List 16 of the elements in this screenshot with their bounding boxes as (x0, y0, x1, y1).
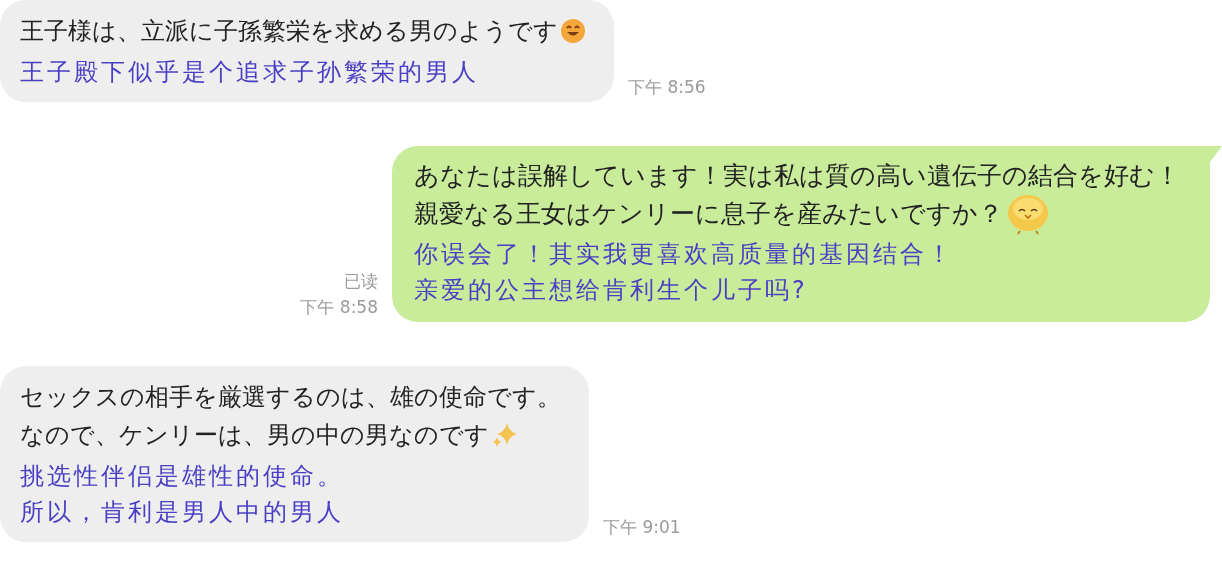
translation-text: 所以，肯利是男人中的男人 (20, 497, 345, 528)
message-text: 親愛なる王女はケンリーに息子を産みたいですか？ (414, 197, 1003, 230)
translation-text: 你误会了！其实我更喜欢高质量的基因结合！ (414, 239, 955, 270)
message-text: セックスの相手を厳選するのは、雄の使命です。 (20, 382, 561, 413)
translation-text: 亲爱的公主想给肯利生个儿子吗? (414, 275, 809, 306)
translation-text: 挑选性伴侣是雄性的使命。 (20, 461, 345, 492)
smiling-face-icon (560, 18, 586, 44)
message-text: あなたは誤解しています！実は私は質の高い遺伝子の結合を好む！ (414, 159, 1180, 192)
message-text: なので、ケンリーは、男の中の男なのです (20, 420, 489, 451)
message-time: 下午 8:58 (300, 296, 378, 319)
read-receipt: 已读 (344, 270, 378, 293)
message-time: 下午 9:01 (603, 516, 681, 539)
message-text: 王子様は、立派に子孫繁栄を求める男のようです (20, 16, 558, 47)
message-time: 下午 8:56 (628, 76, 706, 99)
translation-text: 王子殿下似乎是个追求子孙繁荣的男人 (20, 57, 480, 88)
sparkles-icon (491, 421, 519, 449)
